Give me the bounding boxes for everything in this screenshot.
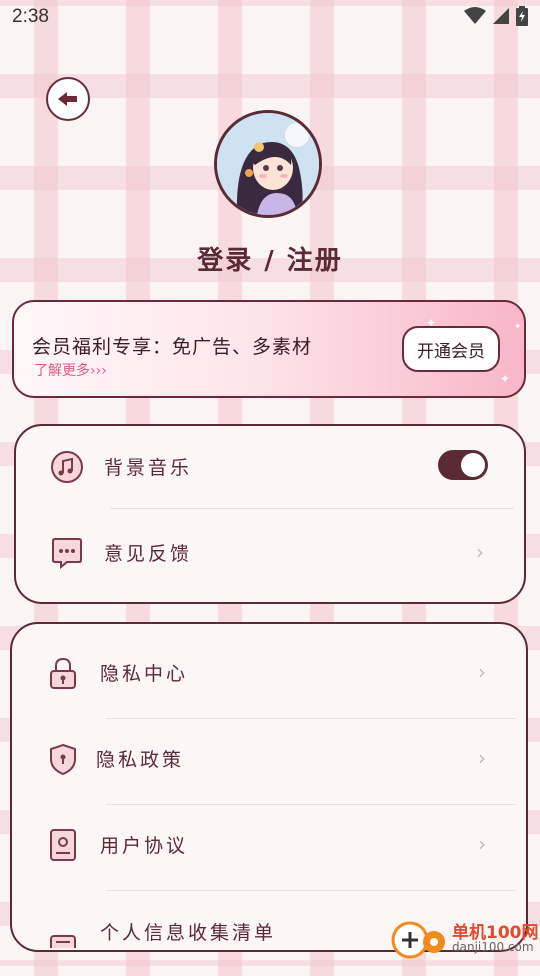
battery-icon	[516, 6, 528, 26]
chevron-right-icon: ›	[478, 660, 486, 684]
setting-label: 意见反馈	[104, 543, 193, 565]
status-bar: 2:38	[0, 0, 540, 36]
setting-row-privacy-policy[interactable]: 隐私政策 ›	[12, 718, 526, 804]
setting-label: 背景音乐	[104, 457, 193, 479]
settings-group-1: 背景音乐 意见反馈 ›	[14, 424, 526, 604]
music-toggle[interactable]	[438, 450, 488, 480]
watermark: 单机100网 danji100.com	[388, 916, 540, 960]
chevron-right-icon: ›	[476, 540, 484, 564]
document-icon	[50, 829, 76, 861]
open-membership-button[interactable]: 开通会员	[402, 326, 500, 372]
back-arrow-icon	[58, 92, 77, 106]
setting-row-music[interactable]: 背景音乐	[16, 426, 524, 512]
setting-row-privacy-center[interactable]: 隐私中心 ›	[12, 632, 526, 718]
music-note-icon	[51, 451, 83, 483]
avatar-illustration	[217, 113, 319, 215]
avatar[interactable]	[214, 110, 322, 218]
login-register-link[interactable]: 登录 / 注册	[0, 240, 540, 277]
setting-label: 个人信息收集清单	[100, 922, 277, 944]
wifi-icon	[464, 7, 486, 24]
setting-row-feedback[interactable]: 意见反馈 ›	[16, 512, 524, 598]
status-time: 2:38	[12, 6, 49, 27]
lock-icon	[50, 657, 76, 689]
sparkle-icon: ✦	[514, 322, 522, 332]
toggle-knob	[461, 453, 485, 477]
learn-more-link[interactable]: 了解更多›››	[34, 360, 107, 380]
divider	[110, 508, 514, 509]
chevron-right-icon: ›	[478, 746, 486, 770]
member-banner[interactable]: ✦ ✦ ✦ 会员福利专享：免广告、多素材 了解更多››› 开通会员	[12, 300, 526, 398]
watermark-url: danji100.com	[452, 940, 534, 954]
setting-label: 隐私政策	[96, 749, 185, 771]
setting-row-user-agreement[interactable]: 用户协议 ›	[12, 804, 526, 890]
setting-label: 隐私中心	[100, 663, 189, 685]
member-title: 会员福利专享：免广告、多素材	[32, 336, 313, 358]
settings-group-2: 隐私中心 › 隐私政策 › 用户协议 › 个人信息收集清单	[10, 622, 528, 952]
signal-icon	[493, 8, 509, 24]
list-icon	[50, 935, 76, 948]
watermark-logo-icon	[391, 921, 445, 959]
setting-label: 用户协议	[100, 835, 189, 857]
chat-bubble-icon	[52, 538, 82, 570]
sparkle-icon: ✦	[500, 372, 511, 386]
chevron-right-icon: ›	[478, 832, 486, 856]
status-icons	[464, 6, 528, 26]
back-button[interactable]	[46, 77, 90, 121]
shield-icon	[50, 743, 76, 776]
